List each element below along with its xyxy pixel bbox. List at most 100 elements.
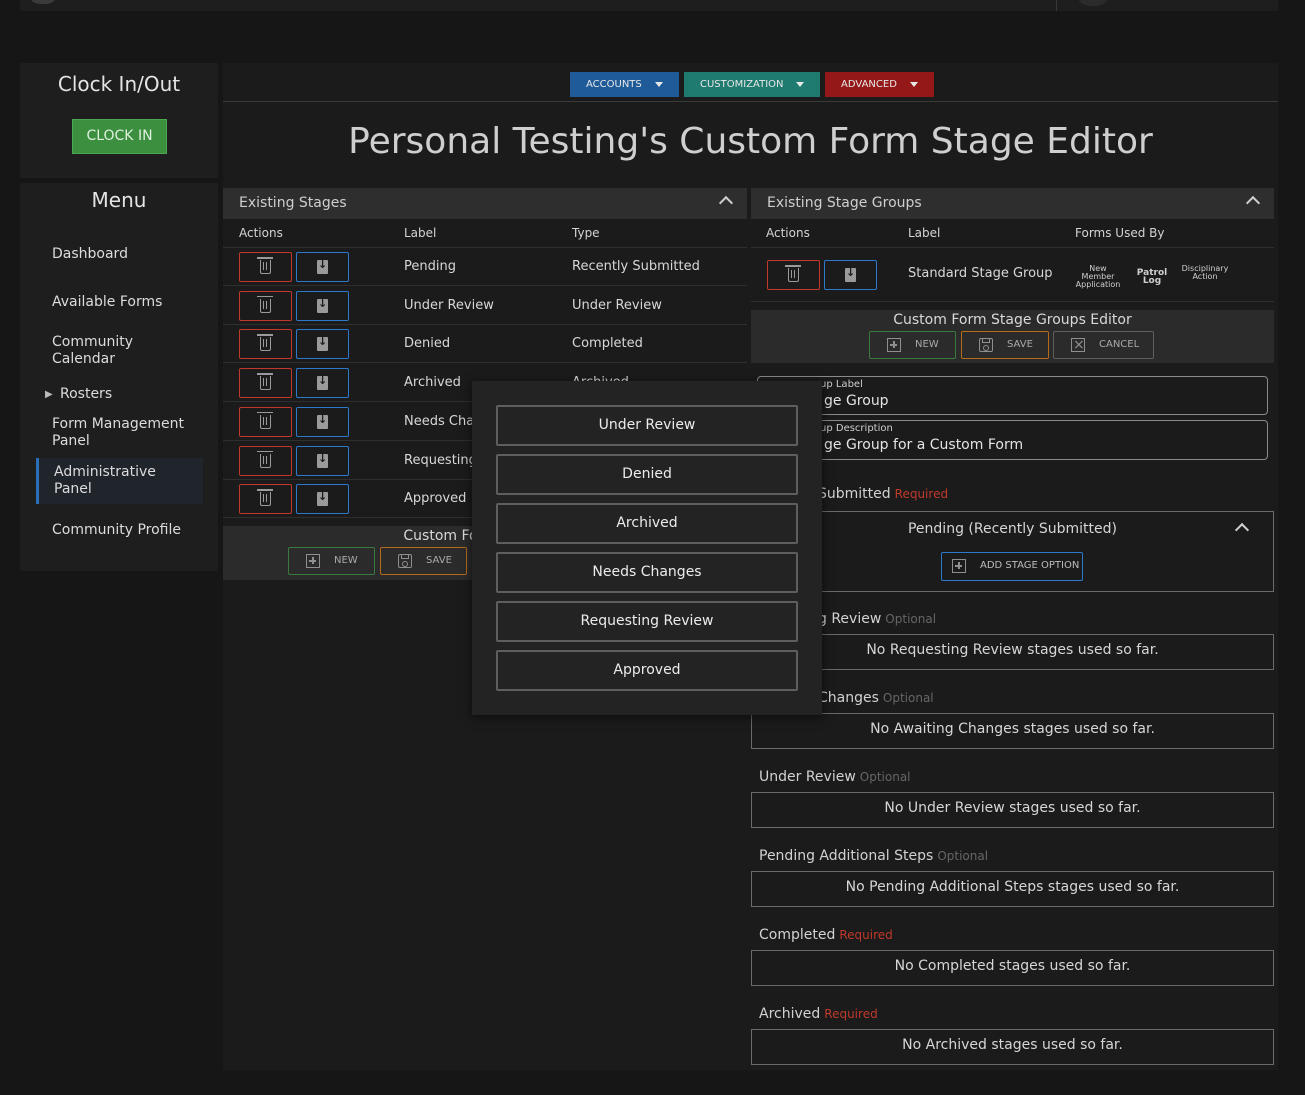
delete-stage-button[interactable] <box>239 445 292 476</box>
stage-type: Under Review <box>572 297 662 313</box>
delete-group-button[interactable] <box>767 260 820 290</box>
delete-stage-button[interactable] <box>239 290 292 321</box>
save-label: SAVE <box>426 555 452 566</box>
menu-item-form-management-panel[interactable]: Form Management Panel <box>52 416 192 450</box>
trash-icon <box>257 334 273 352</box>
menu-item-community-profile[interactable]: Community Profile <box>52 522 212 539</box>
stage-option-button[interactable]: Under Review <box>496 405 798 446</box>
logo-icon[interactable] <box>28 0 58 4</box>
menu-item-dashboard[interactable]: Dashboard <box>52 246 212 263</box>
group-description-field-value[interactable]: ge Group for a Custom Form <box>824 437 1023 453</box>
advanced-dropdown[interactable]: ADVANCED <box>825 72 934 97</box>
divider <box>1056 0 1057 11</box>
stage-section-empty-text: No Awaiting Changes stages used so far. <box>870 721 1155 737</box>
menu-item-community-calendar[interactable]: Community Calendar <box>52 334 152 368</box>
column-header-actions: Actions <box>766 226 810 240</box>
chevron-up-icon[interactable] <box>1245 195 1261 211</box>
stage-section-empty-text: No Completed stages used so far. <box>894 958 1131 974</box>
stage-label: Denied <box>404 336 451 352</box>
divider <box>223 247 747 248</box>
group-description-field-label: up Description <box>820 423 893 434</box>
divider <box>223 285 747 286</box>
stage-label: Requesting <box>404 452 477 468</box>
menu-item-rosters[interactable]: Rosters <box>60 386 220 403</box>
chevron-down-icon <box>655 82 663 87</box>
column-header-label: Label <box>908 226 941 240</box>
stage-option-button[interactable]: Denied <box>496 454 798 495</box>
accounts-dropdown[interactable]: ACCOUNTS <box>570 72 679 97</box>
stage-section-heading: g Review Optional <box>818 611 936 627</box>
column-header-label: Label <box>404 226 437 240</box>
download-stage-button[interactable] <box>296 445 349 476</box>
column-header-forms-used-by: Forms Used By <box>1075 226 1165 240</box>
download-stage-button[interactable] <box>296 406 349 437</box>
stage-section-empty-text: No Requesting Review stages used so far. <box>866 642 1159 658</box>
divider <box>223 101 1278 102</box>
group-description-field[interactable]: up Description ge Group for a Custom For… <box>757 420 1268 460</box>
stage-section-submitted-heading: Submitted Required <box>818 486 948 502</box>
form-badge-patrol-log: Patrol Log <box>1136 268 1168 286</box>
stage-option-button[interactable]: Archived <box>496 503 798 544</box>
menu-item-administrative-panel[interactable]: Administrative Panel <box>36 458 203 504</box>
stage-section-heading: Under Review Optional <box>759 769 911 785</box>
existing-stages-header[interactable]: Existing Stages <box>223 188 747 219</box>
add-stage-option-button[interactable]: ADD STAGE OPTION <box>941 552 1083 581</box>
download-stage-button[interactable] <box>296 368 349 399</box>
close-icon <box>1071 333 1085 358</box>
stage-section-empty-text: No Under Review stages used so far. <box>884 800 1141 816</box>
accounts-label: ACCOUNTS <box>586 79 642 90</box>
delete-stage-button[interactable] <box>239 406 292 437</box>
stage-section-name: Pending Additional Steps <box>759 848 934 864</box>
advanced-label: ADVANCED <box>841 79 897 90</box>
clock-in-button[interactable]: CLOCK IN <box>72 119 167 154</box>
customization-dropdown[interactable]: CUSTOMIZATION <box>684 72 820 97</box>
menu-item-label: Administrative Panel <box>54 464 156 497</box>
trash-icon <box>257 489 273 507</box>
chevron-up-icon[interactable] <box>718 195 734 211</box>
stage-option-button[interactable]: Needs Changes <box>496 552 798 593</box>
group-label: Standard Stage Group <box>908 266 1053 281</box>
delete-stage-button[interactable] <box>239 252 292 282</box>
top-bar <box>20 0 1278 11</box>
delete-stage-button[interactable] <box>239 484 292 515</box>
download-stage-button[interactable] <box>296 329 349 360</box>
stage-section-box: No Under Review stages used so far. <box>751 792 1274 828</box>
caret-right-icon[interactable]: ▶ <box>45 389 53 400</box>
stage-option-button[interactable]: Approved <box>496 650 798 691</box>
stage-option-button[interactable]: Requesting Review <box>496 601 798 642</box>
required-tag: Required <box>824 1007 878 1021</box>
download-stage-button[interactable] <box>296 484 349 515</box>
stage-section-name: Archived <box>759 1006 821 1022</box>
clock-title: Clock In/Out <box>57 72 181 96</box>
save-stage-button[interactable]: SAVE <box>380 547 467 575</box>
stage-section-name: Completed <box>759 927 836 943</box>
new-stage-button[interactable]: NEW <box>288 547 375 575</box>
delete-stage-button[interactable] <box>239 329 292 360</box>
save-group-button[interactable]: SAVE <box>961 331 1049 359</box>
stage-type: Completed <box>572 336 643 352</box>
existing-stage-groups-header[interactable]: Existing Stage Groups <box>751 188 1274 219</box>
column-header-type: Type <box>572 226 600 240</box>
avatar[interactable] <box>1076 0 1110 6</box>
cancel-group-button[interactable]: CANCEL <box>1053 331 1154 359</box>
new-label: NEW <box>915 339 939 350</box>
trash-icon <box>257 373 273 391</box>
download-group-button[interactable] <box>824 260 877 290</box>
required-tag: Required <box>839 928 893 942</box>
save-label: SAVE <box>1007 339 1033 350</box>
download-stage-button[interactable] <box>296 252 349 282</box>
stage-label: Needs Chan <box>404 413 483 429</box>
column-header-actions: Actions <box>239 226 283 240</box>
delete-stage-button[interactable] <box>239 368 292 399</box>
group-label-field-value[interactable]: ge Group <box>824 393 889 409</box>
save-icon <box>979 338 993 352</box>
group-label-field[interactable]: up Label ge Group <box>757 376 1268 415</box>
new-group-button[interactable]: NEW <box>869 331 956 359</box>
required-tag: Required <box>894 487 949 501</box>
stage-section-heading: Changes Optional <box>818 690 934 706</box>
stage-section-empty-text: No Archived stages used so far. <box>902 1037 1123 1053</box>
plus-icon <box>306 554 320 568</box>
menu-item-available-forms[interactable]: Available Forms <box>52 294 212 311</box>
divider <box>223 362 747 364</box>
download-stage-button[interactable] <box>296 290 349 321</box>
